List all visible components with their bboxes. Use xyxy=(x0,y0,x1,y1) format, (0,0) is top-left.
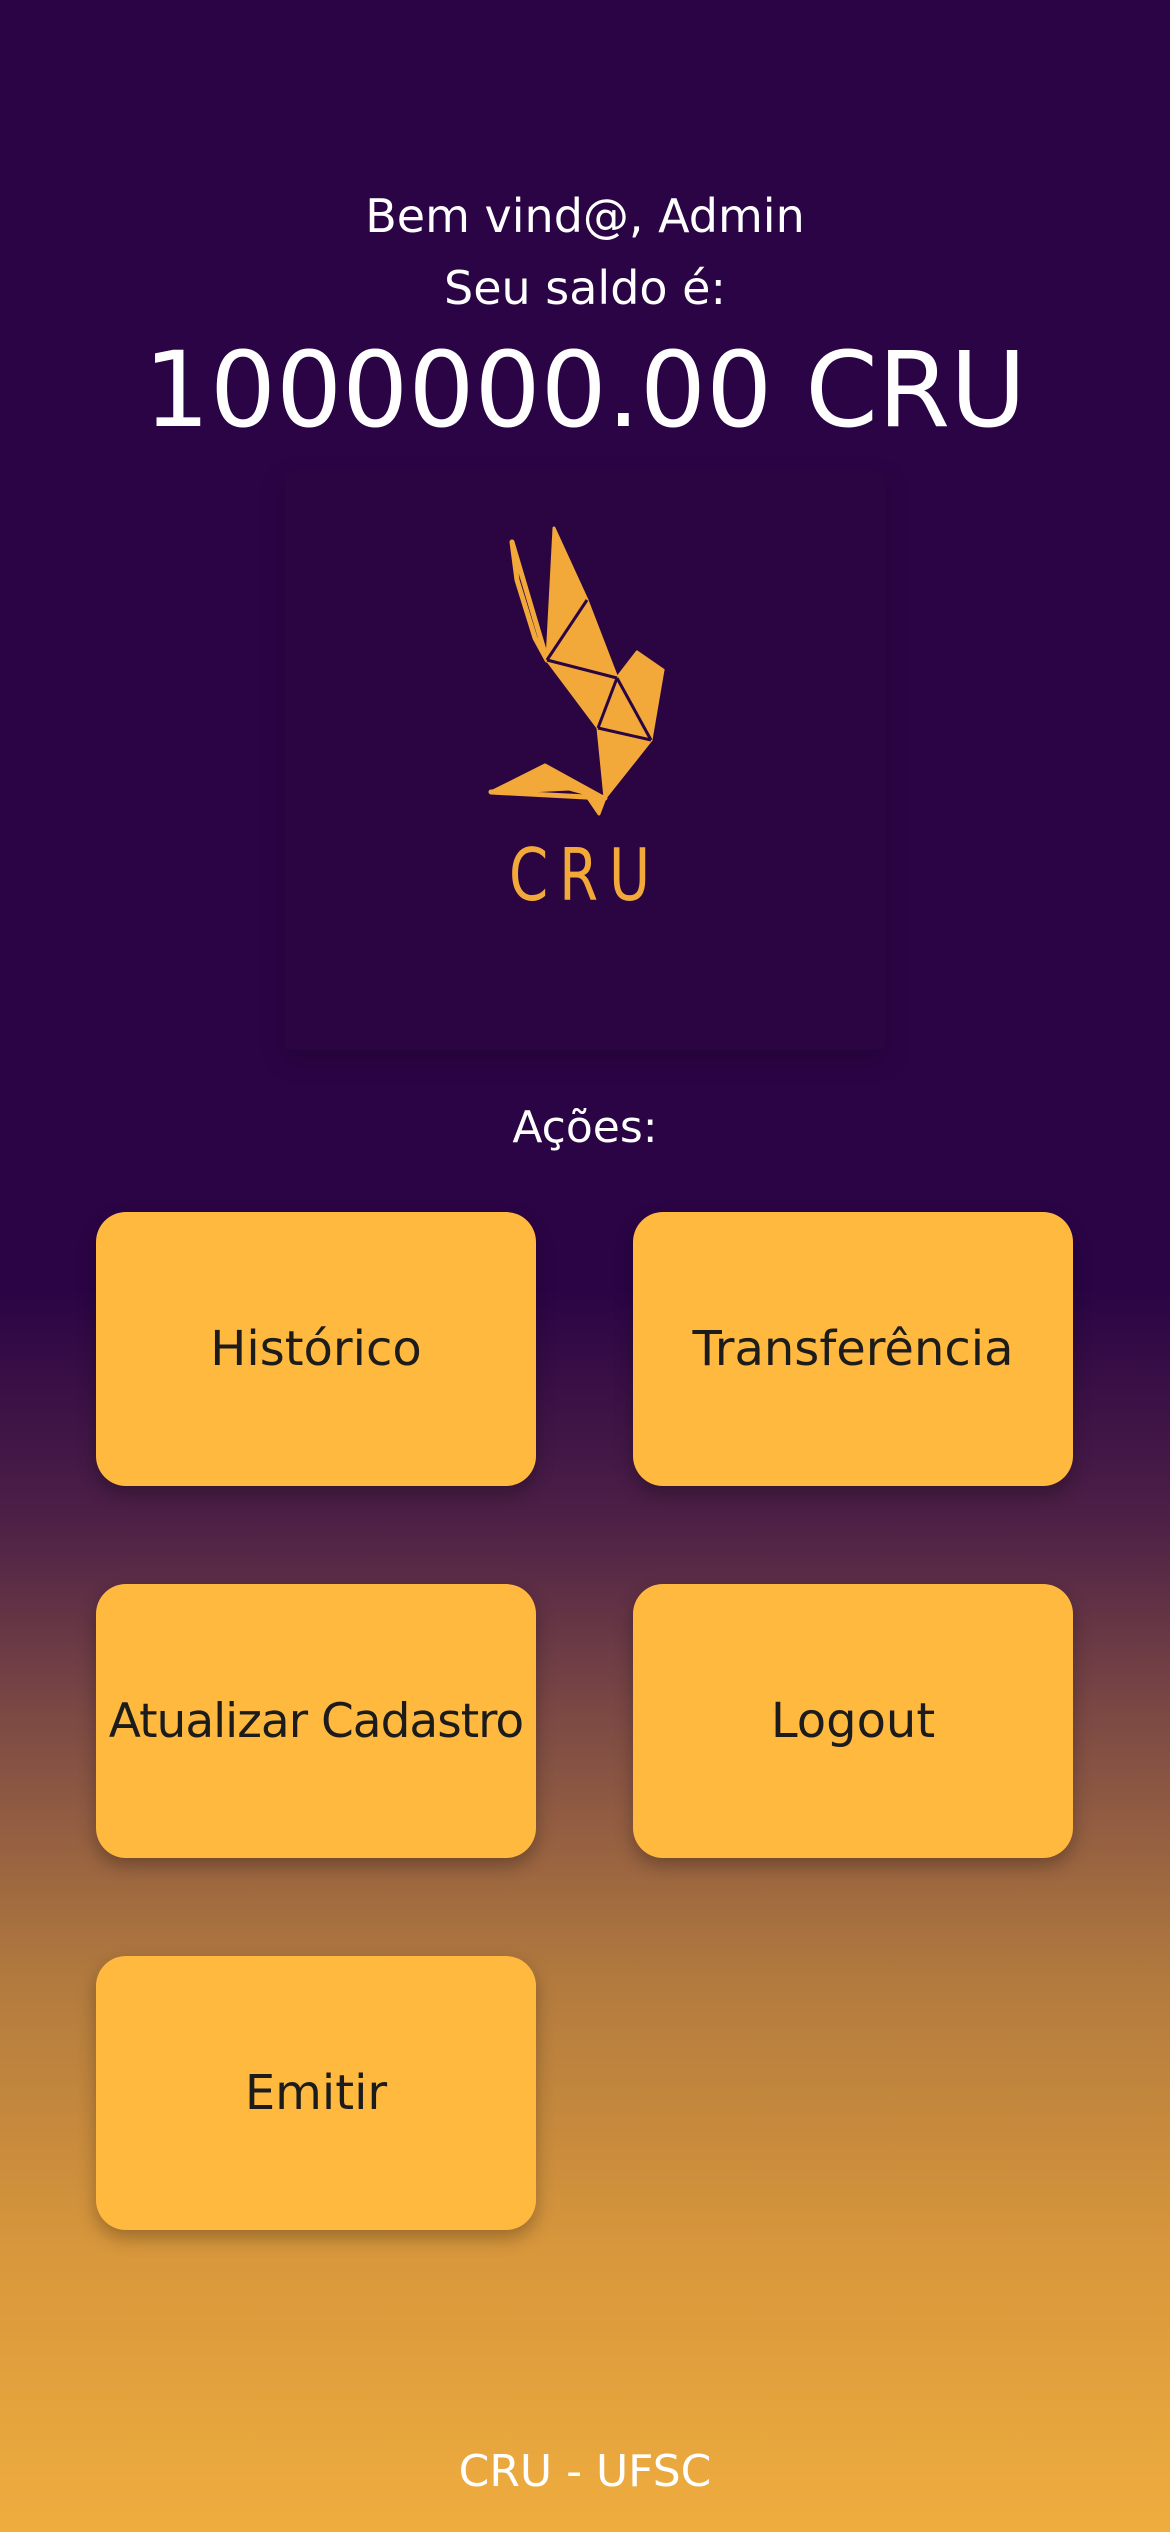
emitir-button[interactable]: Emitir xyxy=(96,1956,536,2230)
origami-bird-icon xyxy=(488,526,665,816)
balance-value: 1000000.00 CRU xyxy=(143,329,1027,451)
atualizar-cadastro-button[interactable]: Atualizar Cadastro xyxy=(96,1584,536,1858)
actions-label: Ações: xyxy=(512,1102,658,1153)
welcome-text: Bem vind@, Admin xyxy=(365,189,805,243)
logo-text: CRU xyxy=(508,833,662,917)
transferencia-button[interactable]: Transferência xyxy=(633,1212,1073,1486)
logo-card: CRU xyxy=(285,470,885,1050)
balance-label: Seu saldo é: xyxy=(444,261,726,315)
historico-button[interactable]: Histórico xyxy=(96,1212,536,1486)
footer-text: CRU - UFSC xyxy=(458,2446,712,2497)
logout-button[interactable]: Logout xyxy=(633,1584,1073,1858)
